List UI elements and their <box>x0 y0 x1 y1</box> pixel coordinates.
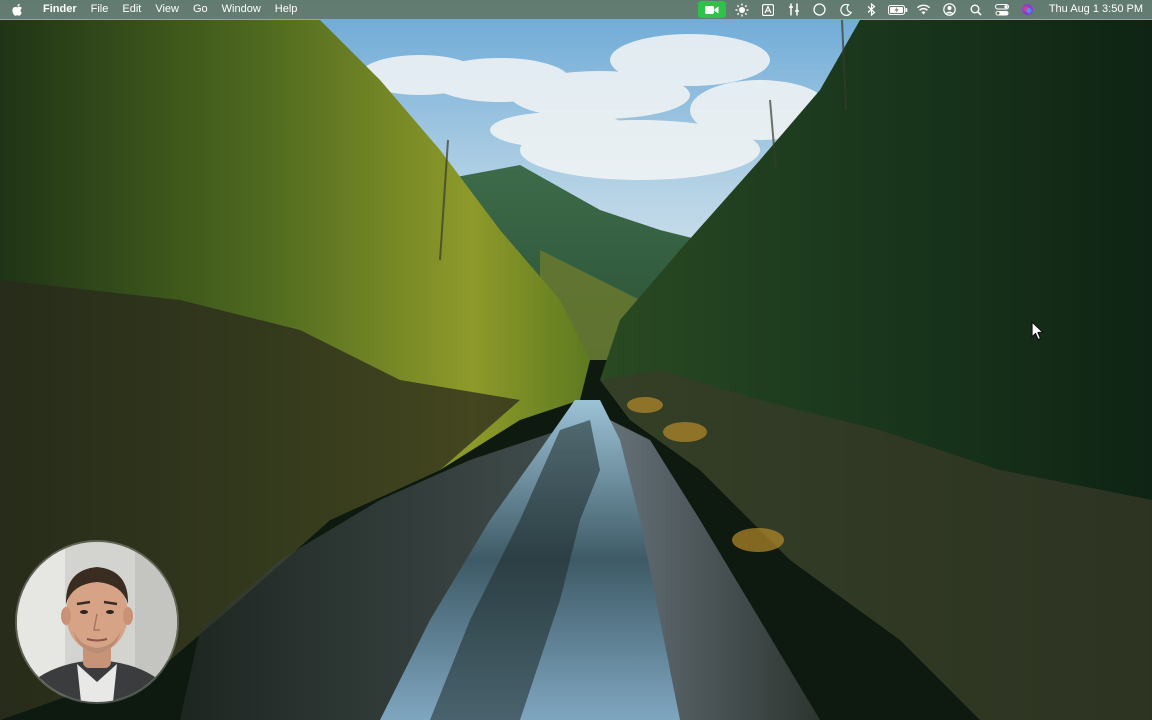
search-icon[interactable] <box>963 0 989 19</box>
control-center-icon[interactable] <box>989 0 1015 19</box>
arrow-cursor-icon <box>1031 321 1044 341</box>
camera-recording-icon[interactable] <box>697 1 726 18</box>
tools-icon[interactable] <box>781 0 807 19</box>
text-input-icon[interactable] <box>755 0 781 19</box>
bluetooth-icon[interactable] <box>859 0 885 19</box>
menu-file[interactable]: File <box>84 0 116 19</box>
moon-icon[interactable] <box>833 0 859 19</box>
siri-icon[interactable] <box>1015 0 1041 19</box>
menu-bar-clock[interactable]: Thu Aug 1 3:50 PM <box>1041 0 1152 19</box>
user-account-icon[interactable] <box>937 0 963 19</box>
presenter-webcam-overlay <box>17 542 177 702</box>
menu-finder[interactable]: Finder <box>34 0 84 19</box>
battery-charging-icon[interactable] <box>885 0 911 19</box>
menu-help[interactable]: Help <box>268 0 305 19</box>
brightness-icon[interactable] <box>729 0 755 19</box>
menu-edit[interactable]: Edit <box>115 0 148 19</box>
menu-view[interactable]: View <box>148 0 186 19</box>
webcam-overlay <box>17 542 177 702</box>
apple-logo-icon[interactable] <box>0 0 34 19</box>
circle-icon[interactable] <box>807 0 833 19</box>
wifi-icon[interactable] <box>911 0 937 19</box>
menu-bar: Finder File Edit View Go Window Help Thu… <box>0 0 1152 19</box>
menu-window[interactable]: Window <box>215 0 268 19</box>
menu-go[interactable]: Go <box>186 0 215 19</box>
